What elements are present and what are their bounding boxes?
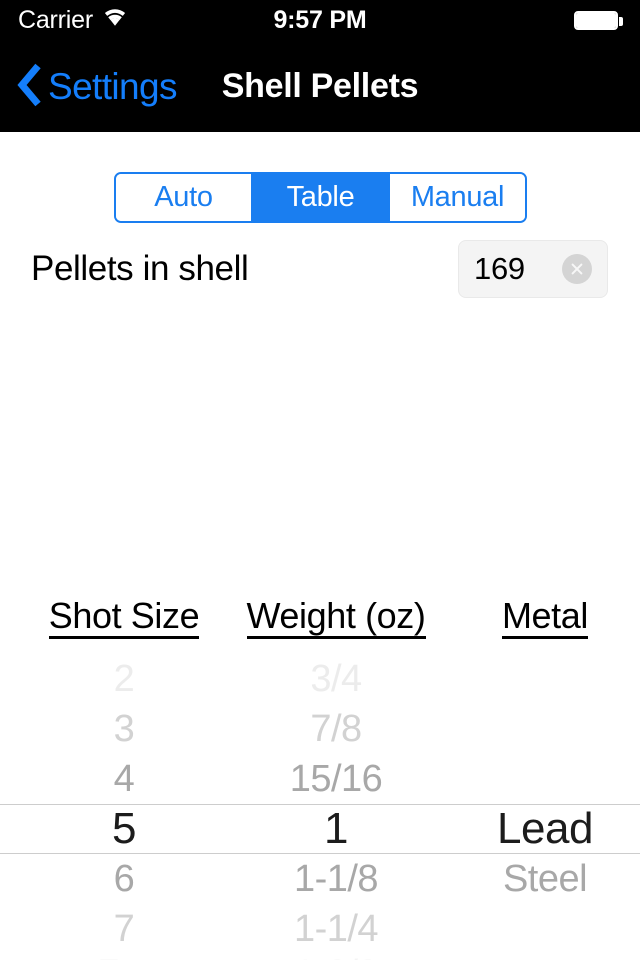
picker-item[interactable]: 6 — [24, 854, 224, 904]
column-header-metal: Metal — [452, 592, 638, 644]
battery-full-icon — [574, 11, 624, 32]
picker-item[interactable]: 7 — [24, 904, 224, 954]
picker-item[interactable]: 3 — [24, 704, 224, 754]
pellets-in-shell-label: Pellets in shell — [31, 249, 249, 288]
status-bar-time: 9:57 PM — [273, 5, 367, 34]
picker-item[interactable]: 1-1/8 — [234, 854, 438, 904]
pellets-input[interactable] — [459, 250, 562, 288]
content-area: Auto Table Manual Pellets in shell Shot … — [0, 132, 640, 960]
app-screen: Carrier 9:57 PM Settings Shell Pellets A… — [0, 0, 640, 960]
picker-item[interactable]: 7.5 — [24, 949, 224, 960]
picker-item[interactable]: 15/16 — [234, 754, 438, 804]
segment-manual[interactable]: Manual — [388, 174, 525, 221]
picker-item[interactable]: 1-1/4 — [234, 904, 438, 954]
picker-item[interactable]: 7/8 — [234, 704, 438, 754]
shot-table: Shot Size Weight (oz) Metal 2 3 4 5 6 7 — [0, 592, 640, 960]
table-header-row: Shot Size Weight (oz) Metal — [0, 592, 640, 644]
segment-auto[interactable]: Auto — [116, 174, 251, 221]
clear-icon[interactable] — [562, 254, 592, 284]
pellets-in-shell-field[interactable] — [458, 240, 608, 298]
picker-item-selected[interactable]: Lead — [452, 804, 638, 854]
picker-item-selected[interactable]: 5 — [24, 804, 224, 854]
picker-item[interactable]: 4 — [24, 754, 224, 804]
navigation-bar: Settings Shell Pellets — [0, 40, 640, 132]
picker-item[interactable]: 1-3/8 — [234, 949, 438, 960]
status-bar: Carrier 9:57 PM — [0, 0, 640, 40]
segment-table[interactable]: Table — [251, 174, 388, 221]
picker-item[interactable]: 3/4 — [234, 654, 438, 704]
page-title: Shell Pellets — [221, 66, 419, 105]
column-header-weight: Weight (oz) — [234, 592, 438, 644]
picker-item[interactable]: Steel — [452, 854, 638, 904]
mode-segmented-control[interactable]: Auto Table Manual — [114, 172, 527, 223]
picker-item[interactable]: 2 — [24, 654, 224, 704]
table-picker[interactable]: 2 3 4 5 6 7 7.5 3/4 7/8 15/16 1 1-1/8 1-… — [0, 654, 640, 960]
column-header-shot-size: Shot Size — [24, 592, 224, 644]
pellets-in-shell-row: Pellets in shell — [0, 240, 640, 298]
picker-column-weight[interactable]: 3/4 7/8 15/16 1 1-1/8 1-1/4 1-3/8 — [234, 654, 438, 960]
picker-column-metal[interactable]: Lead Steel — [452, 654, 638, 960]
picker-column-shot-size[interactable]: 2 3 4 5 6 7 7.5 — [24, 654, 224, 960]
picker-item-selected[interactable]: 1 — [234, 804, 438, 854]
